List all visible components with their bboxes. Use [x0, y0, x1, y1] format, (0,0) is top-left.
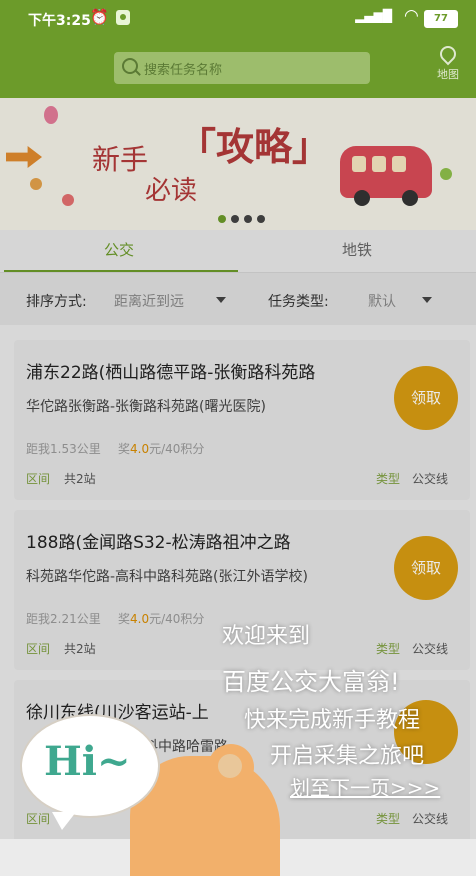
- type-label: 类型: [375, 642, 400, 656]
- chevron-down-icon[interactable]: [422, 297, 432, 303]
- task-reward: 奖4.0元/40积分: [118, 612, 205, 626]
- chevron-down-icon[interactable]: [216, 297, 226, 303]
- flower-icon: [62, 194, 74, 206]
- banner-text-newbie: 新手: [92, 143, 149, 176]
- tab-subway[interactable]: 地铁: [238, 230, 476, 272]
- alarm-icon: ⏰: [90, 8, 109, 26]
- search-input[interactable]: 搜索任务名称: [114, 52, 370, 84]
- promo-banner[interactable]: 新手 「攻略」 必读: [0, 98, 476, 230]
- task-subtitle: 华佗路张衡路-张衡路科苑路(曙光医院): [26, 399, 266, 415]
- task-card[interactable]: 浦东22路(栖山路德平路-张衡路科苑路 华佗路张衡路-张衡路科苑路(曙光医院) …: [14, 340, 470, 500]
- type-label: 类型: [375, 812, 400, 826]
- flower-icon: [440, 168, 452, 180]
- task-type-dropdown[interactable]: 默认: [368, 291, 396, 311]
- shield-icon: [116, 10, 130, 25]
- signal-icon: ▂▄▆█: [355, 9, 392, 23]
- wifi-icon: ◠: [404, 6, 418, 26]
- task-distance: 距我2.21公里: [26, 612, 101, 626]
- section-label: 区间: [26, 812, 51, 826]
- station-count: 共2站: [64, 472, 96, 486]
- task-reward: 奖4.0元/40积分: [118, 442, 205, 456]
- sort-label: 排序方式:: [26, 294, 87, 310]
- guide-text-welcome: 欢迎来到: [222, 624, 311, 649]
- claim-button[interactable]: 领取: [394, 536, 458, 600]
- filter-bar: 排序方式: 距离近到远 任务类型: 默认: [0, 273, 476, 325]
- status-bar: 下午3:25 ⏰ ▂▄▆█ ◠ 77: [0, 0, 476, 36]
- type-value: 公交线: [411, 642, 448, 656]
- bus-illustration: [340, 146, 432, 206]
- balloon-icon: [44, 106, 58, 124]
- station-count: 共2站: [64, 642, 96, 656]
- tab-bus[interactable]: 公交: [0, 230, 238, 272]
- map-label: 地图: [437, 68, 459, 81]
- search-icon: [122, 58, 138, 74]
- sort-dropdown[interactable]: 距离近到远: [114, 291, 184, 311]
- hi-text: Hi~: [44, 738, 131, 785]
- banner-text-guide: 「攻略」: [178, 125, 331, 169]
- type-label: 类型: [375, 472, 400, 486]
- type-value: 公交线: [411, 472, 448, 486]
- next-page-link[interactable]: 划至下一页>>>: [290, 772, 440, 801]
- claim-button[interactable]: 领取: [394, 366, 458, 430]
- map-button[interactable]: 地图: [428, 42, 468, 82]
- search-placeholder: 搜索任务名称: [144, 63, 223, 78]
- section-label: 区间: [26, 642, 51, 656]
- banner-text-mustread: 必读: [145, 176, 198, 206]
- section-label: 区间: [26, 472, 51, 486]
- banner-page-indicator: [218, 208, 270, 227]
- task-title: 188路(金闻路S32-松涛路祖冲之路: [26, 533, 291, 553]
- guide-text-start: 开启采集之旅吧: [270, 744, 425, 769]
- arrow-sign-icon: [6, 146, 42, 168]
- battery-icon: 77: [424, 10, 458, 28]
- transit-tabs: 公交 地铁: [0, 230, 476, 273]
- top-header: 搜索任务名称 地图: [0, 36, 476, 98]
- task-subtitle: 科苑路华佗路-高科中路科苑路(张江外语学校): [26, 569, 308, 585]
- task-title: 浦东22路(栖山路德平路-张衡路科苑路: [26, 363, 316, 383]
- hi-speech-bubble: Hi~: [20, 714, 160, 830]
- map-pin-icon: [436, 42, 460, 66]
- guide-text-app-name: 百度公交大富翁!: [222, 668, 400, 696]
- type-value: 公交线: [411, 812, 448, 826]
- flower-icon: [30, 178, 42, 190]
- status-time: 下午3:25: [28, 13, 91, 29]
- bear-ear: [208, 744, 254, 790]
- task-type-label: 任务类型:: [268, 294, 329, 310]
- task-distance: 距我1.53公里: [26, 442, 101, 456]
- guide-text-tutorial: 快来完成新手教程: [244, 708, 421, 733]
